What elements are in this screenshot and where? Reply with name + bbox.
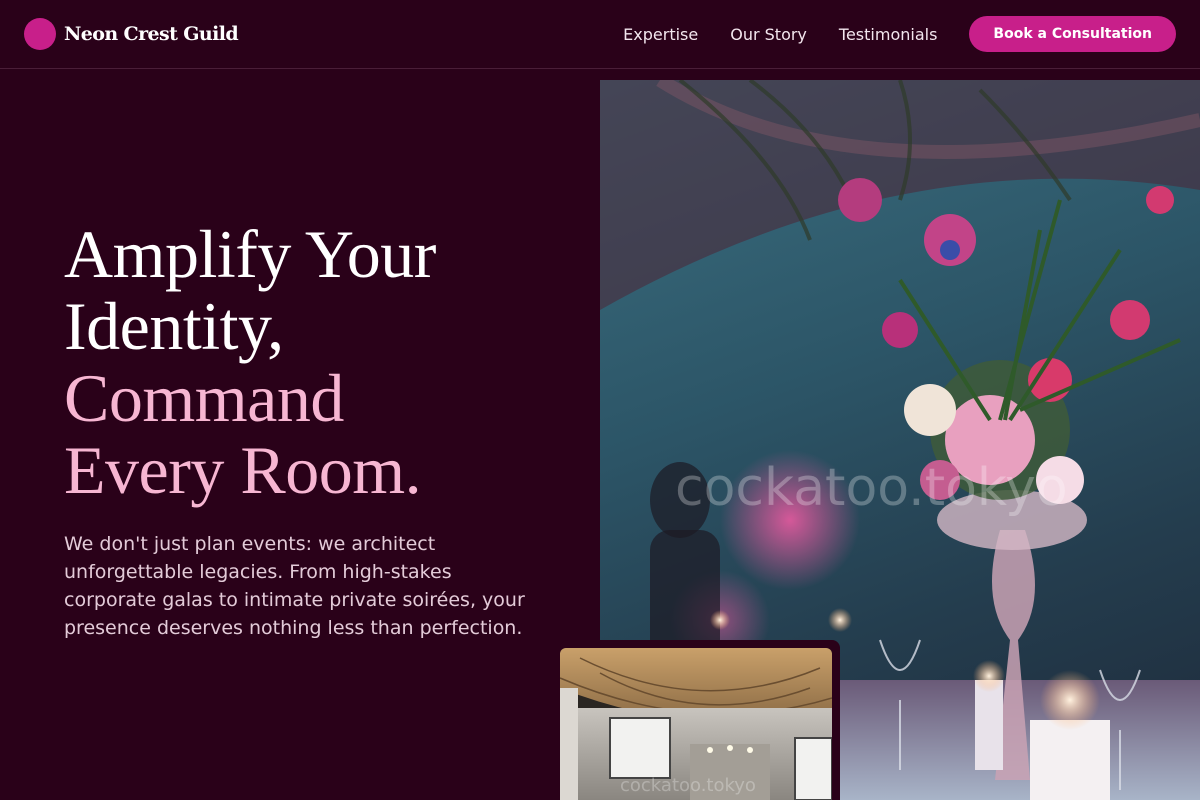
headline-line-4: Every Room. — [64, 432, 422, 508]
nav-link-expertise[interactable]: Expertise — [623, 25, 698, 44]
book-consultation-button[interactable]: Book a Consultation — [969, 16, 1176, 52]
brand[interactable]: Neon Crest Guild — [24, 18, 239, 50]
brand-logo-icon — [24, 18, 56, 50]
headline-line-1: Amplify Your — [64, 216, 436, 292]
inset-photo-frame: cockatoo.tokyo — [560, 640, 840, 800]
nav-link-testimonials[interactable]: Testimonials — [839, 25, 938, 44]
headline-line-3: Command — [64, 360, 344, 436]
main-nav: Expertise Our Story Testimonials Book a … — [623, 16, 1176, 52]
main-image-watermark: cockatoo.tokyo — [675, 458, 1068, 518]
nav-link-our-story[interactable]: Our Story — [730, 25, 807, 44]
hero-subtext: We don't just plan events: we architect … — [64, 533, 525, 639]
headline-line-2: Identity, — [64, 288, 284, 364]
hero-headline: Amplify Your Identity, Command Every Roo… — [64, 218, 584, 506]
brand-name: Neon Crest Guild — [64, 23, 239, 45]
hero-text: Amplify Your Identity, Command Every Roo… — [64, 218, 584, 642]
site-header: Neon Crest Guild Expertise Our Story Tes… — [0, 0, 1200, 69]
inset-image-watermark: cockatoo.tokyo — [620, 775, 756, 796]
